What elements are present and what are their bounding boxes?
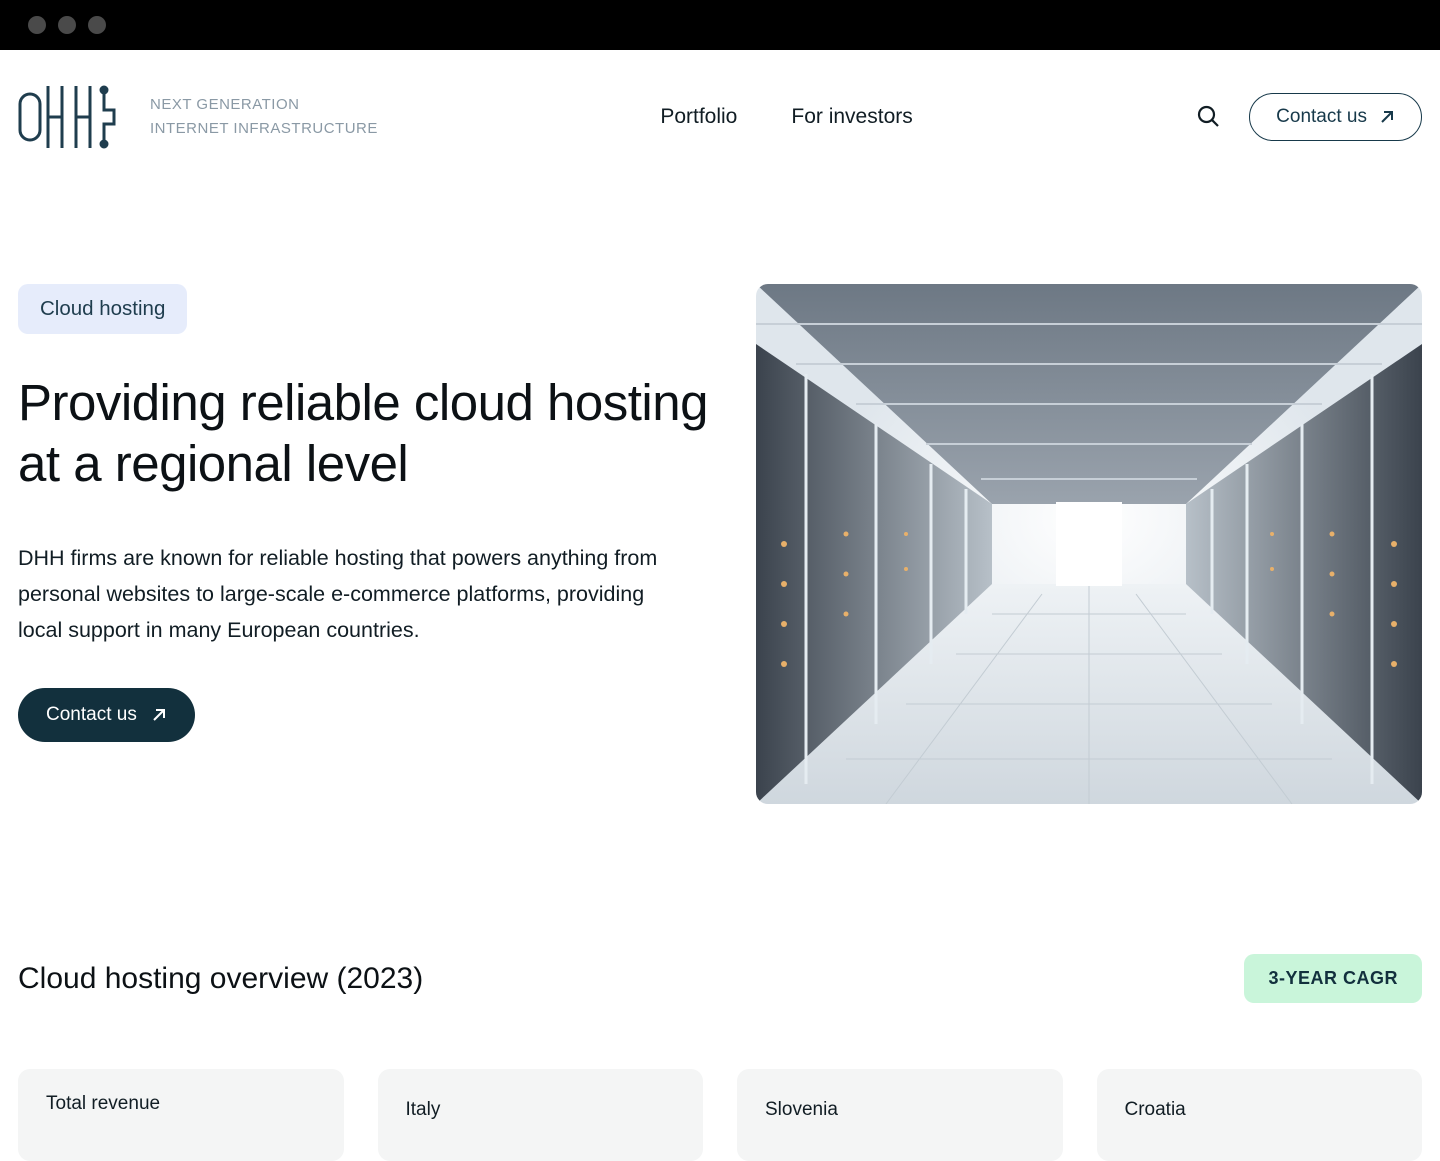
stat-label: Total revenue bbox=[46, 1093, 316, 1115]
hero-title: Providing reliable cloud hosting at a re… bbox=[18, 372, 710, 494]
header-actions: Contact us bbox=[1195, 93, 1422, 141]
nav-investors[interactable]: For investors bbox=[791, 105, 912, 129]
search-icon bbox=[1196, 104, 1220, 131]
contact-label: Contact us bbox=[1276, 106, 1367, 128]
window-dot bbox=[58, 16, 76, 34]
logo-block: NEXT GENERATION INTERNET INFRASTRUCTURE bbox=[18, 80, 378, 154]
brand-logo[interactable] bbox=[18, 80, 120, 154]
hero-media bbox=[730, 284, 1422, 804]
tagline-line-1: NEXT GENERATION bbox=[150, 93, 378, 117]
hero-section: Cloud hosting Providing reliable cloud h… bbox=[0, 154, 1440, 804]
site-header: NEXT GENERATION INTERNET INFRASTRUCTURE … bbox=[0, 50, 1440, 154]
stat-label: Croatia bbox=[1125, 1099, 1395, 1121]
overview-section: Cloud hosting overview (2023) 3-YEAR CAG… bbox=[0, 804, 1440, 1161]
tagline-line-2: INTERNET INFRASTRUCTURE bbox=[150, 117, 378, 141]
hero-content: Cloud hosting Providing reliable cloud h… bbox=[18, 284, 710, 742]
header-contact-button[interactable]: Contact us bbox=[1249, 93, 1422, 141]
overview-header: Cloud hosting overview (2023) 3-YEAR CAG… bbox=[18, 954, 1422, 1003]
search-button[interactable] bbox=[1195, 104, 1221, 130]
arrow-up-right-icon bbox=[151, 707, 167, 723]
stat-card-croatia: Croatia bbox=[1097, 1069, 1423, 1161]
stat-label: Italy bbox=[406, 1099, 676, 1121]
browser-chrome-bar bbox=[0, 0, 1440, 50]
stat-cards-row: Total revenue Italy Slovenia Croatia bbox=[18, 1069, 1422, 1161]
hero-contact-button[interactable]: Contact us bbox=[18, 688, 195, 742]
cagr-badge: 3-YEAR CAGR bbox=[1244, 954, 1422, 1003]
overview-title: Cloud hosting overview (2023) bbox=[18, 962, 423, 996]
stat-label: Slovenia bbox=[765, 1099, 1035, 1121]
datacenter-image bbox=[756, 284, 1422, 804]
window-dot bbox=[88, 16, 106, 34]
stat-card-total-revenue: Total revenue bbox=[18, 1069, 344, 1161]
category-tag: Cloud hosting bbox=[18, 284, 187, 334]
arrow-up-right-icon bbox=[1379, 109, 1395, 125]
window-dot bbox=[28, 16, 46, 34]
contact-label: Contact us bbox=[46, 704, 137, 726]
brand-tagline: NEXT GENERATION INTERNET INFRASTRUCTURE bbox=[150, 93, 378, 141]
stat-card-slovenia: Slovenia bbox=[737, 1069, 1063, 1161]
stat-card-italy: Italy bbox=[378, 1069, 704, 1161]
hero-description: DHH firms are known for reliable hosting… bbox=[18, 540, 678, 648]
primary-nav: Portfolio For investors bbox=[660, 105, 912, 129]
nav-portfolio[interactable]: Portfolio bbox=[660, 105, 737, 129]
